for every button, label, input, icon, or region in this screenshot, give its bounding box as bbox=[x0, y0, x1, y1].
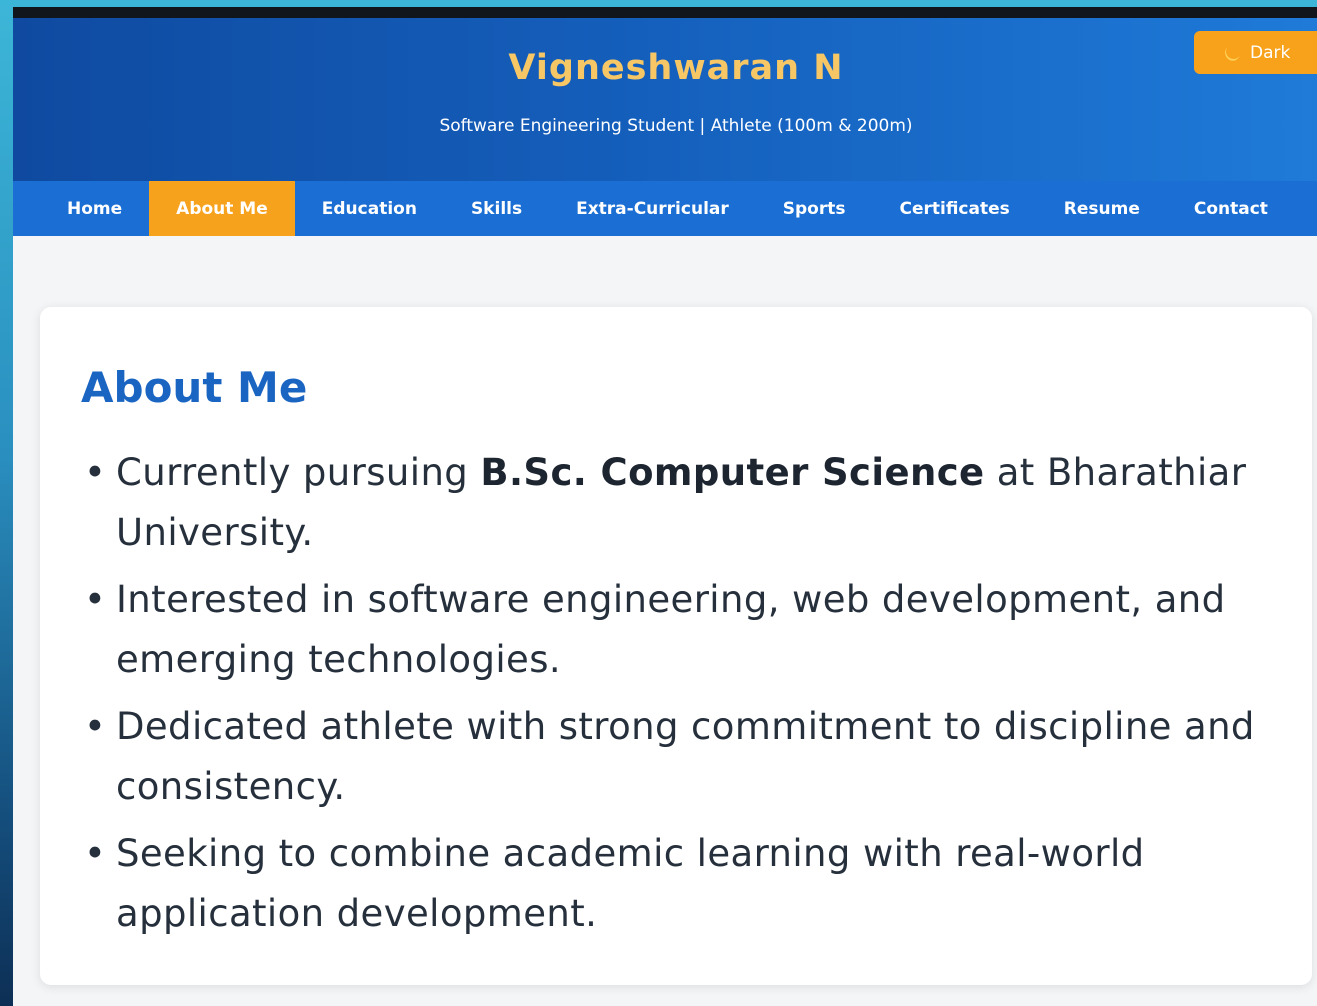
list-item-text: Seeking to combine academic learning wit… bbox=[116, 832, 1145, 935]
moon-icon bbox=[1222, 43, 1242, 63]
nav-item-certificates[interactable]: Certificates bbox=[872, 181, 1036, 236]
nav-item-sports[interactable]: Sports bbox=[756, 181, 873, 236]
list-item-text: Interested in software engineering, web … bbox=[116, 578, 1226, 681]
list-item: • Interested in software engineering, web… bbox=[81, 570, 1261, 690]
main-navigation: Home About Me Education Skills Extra-Cur… bbox=[13, 181, 1317, 236]
site-header: Vigneshwaran N Software Engineering Stud… bbox=[13, 18, 1317, 181]
list-item-text: Currently pursuing bbox=[116, 451, 481, 494]
nav-item-skills[interactable]: Skills bbox=[444, 181, 549, 236]
list-item: • Currently pursuing B.Sc. Computer Scien… bbox=[81, 443, 1261, 563]
section-title: About Me bbox=[81, 363, 308, 412]
list-item-bold-text: B.Sc. Computer Science bbox=[480, 451, 985, 494]
list-item-text: Dedicated athlete with strong commitment… bbox=[116, 705, 1255, 808]
about-list: • Currently pursuing B.Sc. Computer Scien… bbox=[81, 443, 1261, 951]
nav-item-extra-curricular[interactable]: Extra-Curricular bbox=[549, 181, 756, 236]
dark-mode-toggle-label: Dark bbox=[1250, 42, 1291, 63]
dark-mode-toggle-button[interactable]: Dark bbox=[1194, 31, 1317, 74]
nav-item-about-me[interactable]: About Me bbox=[149, 181, 295, 236]
about-me-card: About Me • Currently pursuing B.Sc. Compu… bbox=[40, 307, 1312, 985]
bullet-icon: • bbox=[84, 705, 107, 748]
site-title: Vigneshwaran N bbox=[508, 48, 844, 88]
nav-item-home[interactable]: Home bbox=[40, 181, 149, 236]
portfolio-page: Vigneshwaran N Software Engineering Stud… bbox=[13, 18, 1317, 1006]
nav-item-resume[interactable]: Resume bbox=[1037, 181, 1167, 236]
nav-item-education[interactable]: Education bbox=[295, 181, 444, 236]
nav-item-contact[interactable]: Contact bbox=[1167, 181, 1295, 236]
bullet-icon: • bbox=[84, 832, 107, 875]
list-item: • Seeking to combine academic learning wi… bbox=[81, 824, 1261, 944]
list-item: • Dedicated athlete with strong commitmen… bbox=[81, 697, 1261, 817]
bullet-icon: • bbox=[84, 578, 107, 621]
site-subtitle: Software Engineering Student | Athlete (… bbox=[439, 116, 913, 136]
window-top-strip bbox=[13, 7, 1317, 18]
bullet-icon: • bbox=[84, 451, 107, 494]
